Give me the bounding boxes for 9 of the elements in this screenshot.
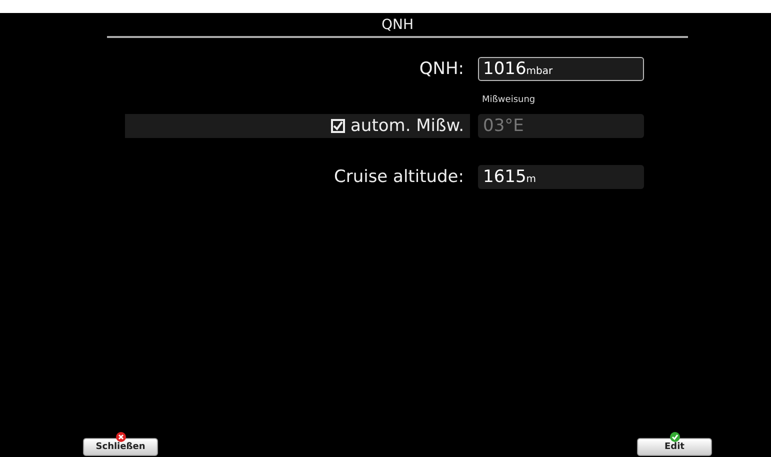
field-caption: Mißweisung [482, 95, 536, 107]
input-field[interactable]: 1615m [478, 165, 644, 189]
field-label: QNH: [419, 59, 464, 79]
window-title: QNH [381, 16, 414, 35]
edit-button[interactable]: Edit [637, 438, 712, 456]
close-button[interactable]: Schließen [83, 438, 158, 456]
checkbox-label: autom. Mißw. [350, 116, 464, 136]
field-label: Cruise altitude: [334, 167, 464, 187]
input-field[interactable]: 1016mbar [478, 57, 644, 81]
